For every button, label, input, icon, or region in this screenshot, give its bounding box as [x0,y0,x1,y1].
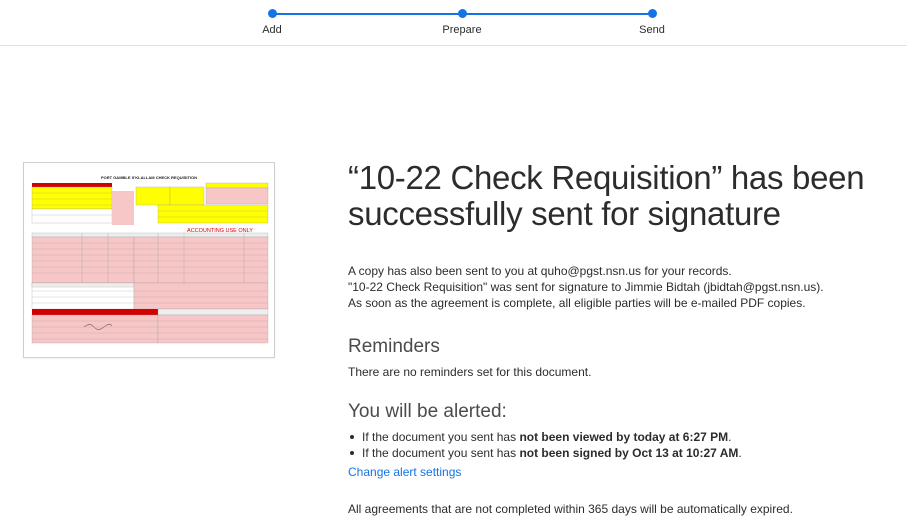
confirmation-panel: “10-22 Check Requisition” has been succe… [348,160,888,517]
alerts-heading: You will be alerted: [348,401,507,422]
alert-condition: not been signed by Oct 13 at 10:27 AM [519,446,739,460]
info-line-recipient: "10-22 Check Requisition" was sent for s… [348,280,824,294]
step-label: Send [639,24,665,36]
step-send: Send [612,9,692,36]
document-preview-image: PORT GAMBLE S'KLALLAM CHECK REQUISITION … [24,163,274,357]
step-dot [457,9,467,18]
alert-prefix: If the document you sent has [362,446,520,460]
step-label: Add [262,24,282,36]
progress-stepper: Add Prepare Send [0,0,907,46]
step-label: Prepare [442,24,482,36]
step-dot [267,9,277,18]
reminders-text: There are no reminders set for this docu… [348,365,592,379]
alerts-list: If the document you sent has not been vi… [348,429,888,461]
send-info: A copy has also been sent to you at quho… [348,263,888,311]
change-alert-settings-link[interactable]: Change alert settings [348,465,461,479]
info-line-copy: A copy has also been sent to you at quho… [348,264,732,278]
info-line-completion: As soon as the agreement is complete, al… [348,296,806,310]
page-title: “10-22 Check Requisition” has been succe… [348,159,865,232]
step-dot [647,9,657,18]
alert-prefix: If the document you sent has [362,430,520,444]
alert-item-signed: If the document you sent has not been si… [348,445,888,461]
step-add: Add [232,9,312,36]
alert-condition: not been viewed by today at 6:27 PM [519,430,729,444]
alert-suffix: . [738,446,742,460]
reminders-heading: Reminders [348,336,440,357]
document-thumbnail[interactable]: PORT GAMBLE S'KLALLAM CHECK REQUISITION … [23,162,275,358]
expiry-note: All agreements that are not completed wi… [348,502,793,516]
alert-suffix: . [728,430,732,444]
preview-doc-title: PORT GAMBLE S'KLALLAM CHECK REQUISITION [101,175,197,180]
alert-item-viewed: If the document you sent has not been vi… [348,429,888,445]
step-prepare: Prepare [422,9,502,36]
